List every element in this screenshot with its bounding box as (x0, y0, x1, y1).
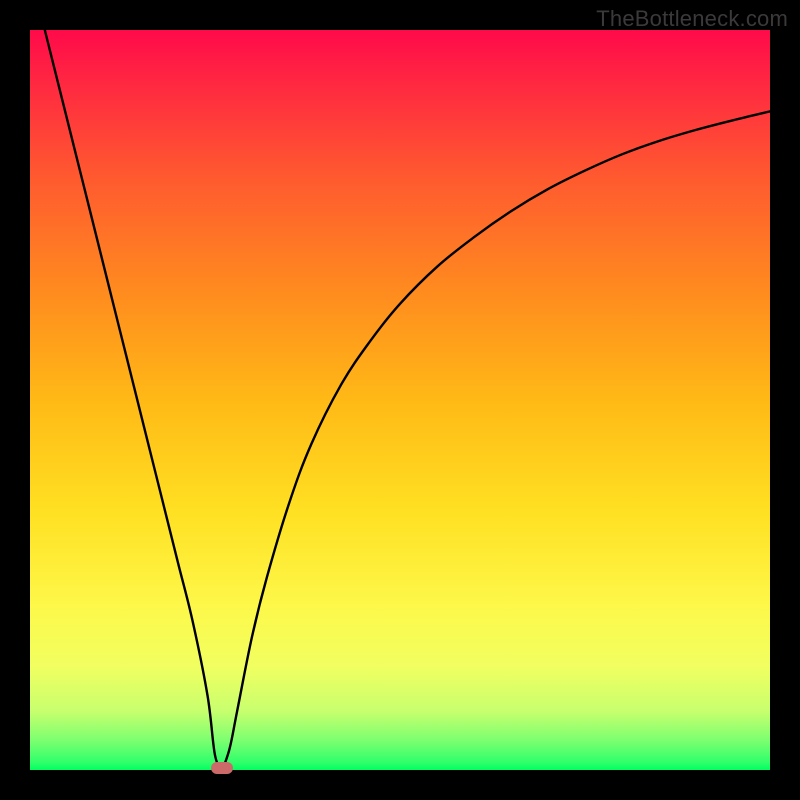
curve-left-path (45, 30, 223, 770)
plot-area (30, 30, 770, 770)
optimal-marker (211, 762, 233, 774)
bottleneck-curve (30, 30, 770, 770)
curve-right-path (222, 111, 770, 770)
chart-frame: TheBottleneck.com (0, 0, 800, 800)
watermark-label: TheBottleneck.com (596, 6, 788, 32)
